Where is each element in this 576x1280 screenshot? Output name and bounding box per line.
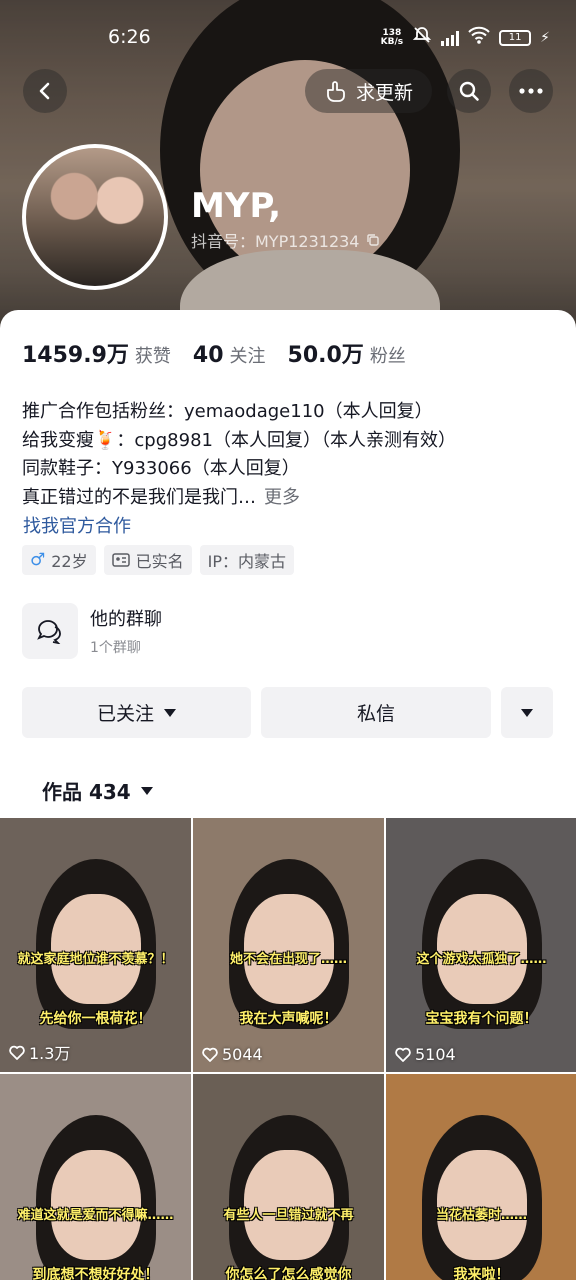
video-thumbnail[interactable]: 当花枯萎时…… 我来啦！: [386, 1074, 576, 1280]
followed-button[interactable]: 已关注: [22, 687, 251, 738]
video-grid: 就这家庭地位谁不羡慕？！ 先给你一根荷花！ 1.3万 她不会在出现了…… 我在大声喊呢！…: [0, 818, 576, 1280]
back-button[interactable]: [23, 69, 67, 113]
pointing-hand-icon: [327, 81, 345, 102]
stat-likes[interactable]: 1459.9万 获赞: [22, 337, 171, 369]
heart-icon: [202, 1047, 218, 1062]
profile-card: 1459.9万 获赞 40 关注 50.0万 粉丝 推广合作包括粉丝：yemao…: [0, 310, 576, 1280]
id-card-icon: [111, 553, 130, 567]
tab-works[interactable]: 作品 434: [42, 776, 153, 805]
video-caption: 当花枯萎时……: [435, 1208, 527, 1223]
bio-line: 给我变瘦🍹：cpg8981（本人回复）（本人亲测有效）: [22, 429, 456, 451]
bio: 推广合作包括粉丝：yemaodage110（本人回复） 给我变瘦🍹：cpg898…: [22, 398, 456, 512]
video-likes: 5044: [202, 1045, 263, 1064]
video-caption: 难道这就是爱而不得嘛……: [17, 1208, 174, 1223]
age-tag: ♂ 22岁: [22, 545, 96, 575]
dropdown-caret-icon: [521, 708, 533, 717]
male-icon: ♂: [30, 550, 46, 570]
bio-line: 同款鞋子：Y933066（本人回复）: [22, 458, 300, 479]
group-chat-entry[interactable]: 他的群聊 1个群聊: [22, 603, 162, 659]
copy-icon[interactable]: [366, 233, 380, 247]
status-time: 6:26: [108, 26, 151, 48]
wifi-icon: [468, 26, 490, 49]
video-caption: 这个游戏太孤独了……: [416, 952, 547, 967]
video-caption: 就这家庭地位谁不羡慕？！: [17, 952, 174, 967]
heart-icon: [9, 1045, 25, 1060]
more-dots-icon: [519, 88, 543, 94]
profile-stats: 1459.9万 获赞 40 关注 50.0万 粉丝: [22, 337, 406, 369]
bio-line: 推广合作包括粉丝：yemaodage110（本人回复）: [22, 401, 433, 422]
more-actions-button[interactable]: [501, 687, 553, 738]
profile-tags: ♂ 22岁 已实名 IP：内蒙古: [22, 545, 295, 575]
stat-followers[interactable]: 50.0万 粉丝: [288, 337, 406, 369]
video-caption: 有些人一旦错过就不再: [223, 1208, 354, 1223]
back-arrow-icon: [39, 82, 50, 100]
ip-location-tag: IP：内蒙古: [199, 545, 295, 575]
more-options-button[interactable]: [509, 69, 553, 113]
battery-icon: 11: [499, 29, 532, 46]
nickname: MYP,: [191, 186, 282, 226]
video-caption: 我来啦！: [453, 1267, 510, 1280]
video-caption: 我在大声喊呢！: [239, 1011, 338, 1027]
group-chat-count: 1个群聊: [90, 640, 141, 656]
video-thumbnail[interactable]: 她不会在出现了…… 我在大声喊呢！ 5044: [193, 818, 384, 1072]
video-caption: 先给你一根荷花！: [39, 1011, 152, 1027]
heart-icon: [395, 1047, 411, 1062]
search-icon: [459, 81, 479, 101]
video-caption: 宝宝我有个问题！: [425, 1011, 538, 1027]
profile-header-background: 6:26 138 KB/s 11 ⚡ 求更新 MYP, 抖音号：MYP12312…: [0, 0, 576, 340]
request-update-button[interactable]: 求更新: [305, 69, 432, 113]
verified-tag: 已实名: [103, 545, 192, 575]
bio-more-link[interactable]: 更多: [264, 487, 300, 508]
dropdown-caret-icon: [164, 708, 176, 717]
video-thumbnail[interactable]: 有些人一旦错过就不再 你怎么了怎么感觉你: [193, 1074, 384, 1280]
video-thumbnail[interactable]: 就这家庭地位谁不羡慕？！ 先给你一根荷花！ 1.3万: [0, 818, 191, 1072]
video-caption: 到底想不想好好处！: [32, 1267, 159, 1280]
video-caption: 你怎么了怎么感觉你: [225, 1267, 352, 1280]
status-bar: 6:26 138 KB/s 11 ⚡: [0, 22, 576, 54]
message-button[interactable]: 私信: [261, 687, 491, 738]
video-thumbnail[interactable]: 这个游戏太孤独了…… 宝宝我有个问题！ 5104: [386, 818, 576, 1072]
video-thumbnail[interactable]: 难道这就是爱而不得嘛…… 到底想不想好好处！: [0, 1074, 191, 1280]
group-chat-title: 他的群聊: [90, 609, 162, 630]
avatar[interactable]: [22, 144, 168, 290]
stat-following[interactable]: 40 关注: [193, 342, 266, 368]
charging-icon: ⚡: [540, 29, 550, 46]
bio-line: 真正错过的不是我们是我门… 更多: [22, 486, 300, 508]
video-likes: 5104: [395, 1045, 456, 1064]
douyin-id: 抖音号：MYP1231234: [191, 228, 380, 252]
cellular-signal-icon: [441, 30, 460, 46]
dropdown-caret-icon: [140, 786, 153, 795]
network-speed: 138 KB/s: [380, 27, 404, 47]
video-caption: 她不会在出现了……: [229, 952, 347, 967]
search-button[interactable]: [447, 69, 491, 113]
group-chat-icon: [37, 620, 61, 644]
video-likes: 1.3万: [9, 1040, 70, 1064]
request-update-label: 求更新: [355, 81, 413, 104]
mute-icon: [412, 25, 432, 50]
business-cooperation-link[interactable]: 找我官方合作: [23, 512, 131, 538]
profile-actions: 已关注 私信: [22, 687, 553, 738]
